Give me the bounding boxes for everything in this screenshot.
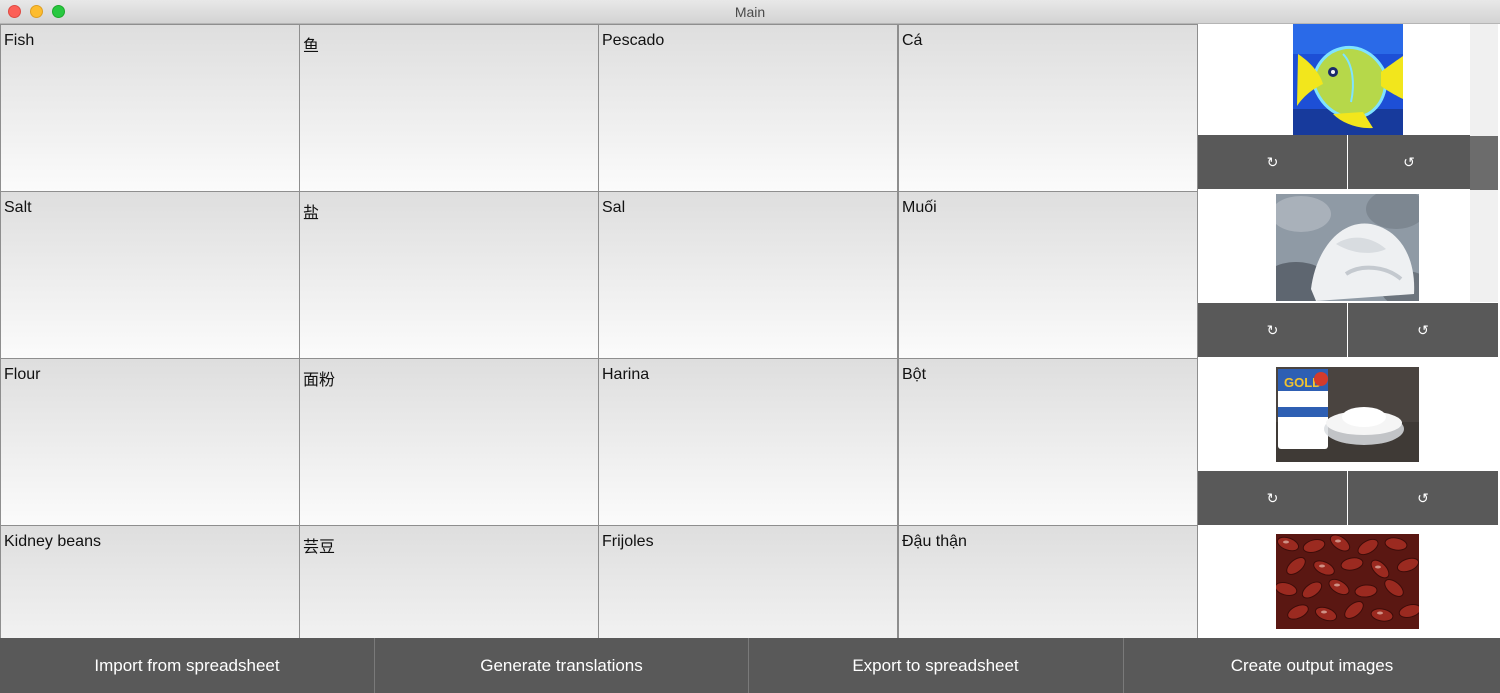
cell-text: Frijoles	[602, 533, 654, 550]
spanish-cell[interactable]: Harina	[598, 358, 898, 526]
english-cell[interactable]: Fish	[0, 24, 300, 192]
cell-text: Fish	[4, 32, 35, 49]
rotate-cw-icon: ↻	[1266, 322, 1279, 338]
generate-label: Generate translations	[480, 656, 643, 675]
cell-text: Salt	[4, 199, 32, 216]
cell-text: Pescado	[602, 32, 665, 49]
rotate-clockwise-button[interactable]: ↻	[1198, 135, 1347, 189]
close-window-button[interactable]	[8, 5, 21, 18]
spanish-cell[interactable]: Pescado	[598, 24, 898, 192]
rotate-clockwise-button[interactable]: ↻	[1198, 303, 1347, 357]
create-label: Create output images	[1230, 656, 1394, 675]
cell-text: Flour	[4, 366, 41, 383]
english-cell[interactable]: Salt	[0, 191, 300, 359]
salt-image	[1276, 194, 1419, 301]
rotate-ccw-icon: ↺	[1403, 154, 1415, 170]
cell-text: 盐	[303, 205, 320, 222]
fish-image	[1293, 24, 1403, 135]
scrollbar-thumb[interactable]	[1470, 136, 1498, 190]
vietnamese-cell[interactable]: Bột	[898, 358, 1198, 526]
action-bar: Import from spreadsheet Generate transla…	[0, 638, 1500, 693]
spanish-cell[interactable]: Sal	[598, 191, 898, 359]
vietnamese-cell[interactable]: Muối	[898, 191, 1198, 359]
cell-text: Harina	[602, 366, 650, 383]
cell-text: Bột	[902, 366, 927, 383]
create-output-images-button[interactable]: Create output images	[1123, 638, 1500, 693]
flour-image: GOLD	[1276, 367, 1419, 462]
chinese-cell[interactable]: 芸豆	[299, 525, 599, 638]
rotate-counterclockwise-button[interactable]: ↺	[1348, 135, 1470, 189]
rotate-counterclockwise-button[interactable]: ↺	[1348, 303, 1498, 357]
cell-text: Cá	[902, 32, 923, 49]
window-title: Main	[734, 4, 766, 20]
english-cell[interactable]: Kidney beans	[0, 525, 300, 638]
cell-text: 鱼	[303, 38, 320, 55]
vietnamese-cell[interactable]: Đậu thận	[898, 525, 1198, 638]
cell-text: 面粉	[303, 372, 336, 389]
cell-text: 芸豆	[303, 539, 336, 556]
minimize-window-button[interactable]	[30, 5, 43, 18]
import-spreadsheet-button[interactable]: Import from spreadsheet	[0, 638, 374, 693]
import-label: Import from spreadsheet	[94, 656, 280, 675]
rotate-cw-icon: ↻	[1266, 154, 1279, 170]
table-row: Salt 盐 Sal Muối	[0, 191, 1198, 359]
table-row: Flour 面粉 Harina Bột	[0, 358, 1198, 526]
export-label: Export to spreadsheet	[852, 656, 1019, 675]
maximize-window-button[interactable]	[52, 5, 65, 18]
vietnamese-cell[interactable]: Cá	[898, 24, 1198, 192]
chinese-cell[interactable]: 盐	[299, 191, 599, 359]
table-row: Fish 鱼 Pescado Cá	[0, 24, 1198, 192]
rotate-counterclockwise-button[interactable]: ↺	[1348, 471, 1498, 525]
generate-translations-button[interactable]: Generate translations	[374, 638, 748, 693]
cell-text: Sal	[602, 199, 626, 216]
english-cell[interactable]: Flour	[0, 358, 300, 526]
rotate-clockwise-button[interactable]: ↻	[1198, 471, 1347, 525]
chinese-cell[interactable]: 鱼	[299, 24, 599, 192]
translation-grid: Fish 鱼 Pescado Cá Salt 盐 Sal Muối Flour …	[0, 24, 1198, 638]
kidney-beans-image	[1276, 534, 1419, 629]
chinese-cell[interactable]: 面粉	[299, 358, 599, 526]
rotate-cw-icon: ↻	[1266, 490, 1279, 506]
title-bar: Main	[0, 0, 1500, 24]
export-spreadsheet-button[interactable]: Export to spreadsheet	[748, 638, 1122, 693]
rotate-ccw-icon: ↺	[1417, 322, 1429, 338]
cell-text: Kidney beans	[4, 533, 101, 550]
spanish-cell[interactable]: Frijoles	[598, 525, 898, 638]
table-row: Kidney beans 芸豆 Frijoles Đậu thận	[0, 525, 1198, 638]
cell-text: Muối	[902, 199, 937, 216]
rotate-ccw-icon: ↺	[1417, 490, 1429, 506]
image-panel: ↻ ↺ ↻ ↺ GOLD ↻ ↺	[1198, 24, 1500, 638]
cell-text: Đậu thận	[902, 533, 967, 550]
